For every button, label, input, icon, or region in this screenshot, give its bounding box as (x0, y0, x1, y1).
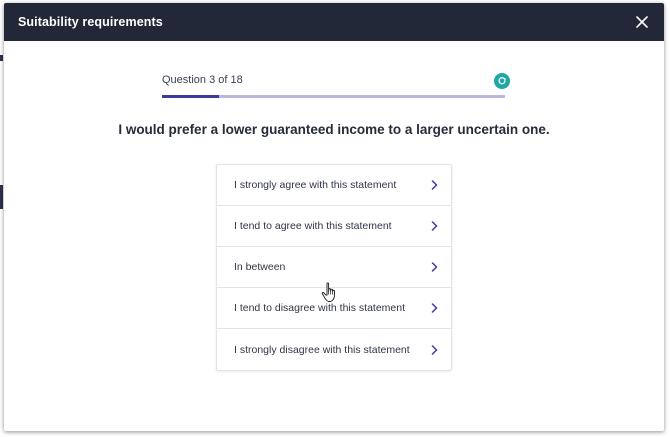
answer-option-label: I strongly agree with this statement (234, 179, 397, 191)
answer-options: I strongly agree with this statement I te… (216, 164, 452, 371)
chevron-right-icon (430, 262, 438, 272)
chevron-right-icon (430, 221, 438, 231)
modal-header: Suitability requirements (4, 3, 664, 41)
chevron-right-icon (430, 180, 438, 190)
progress-section: Question 3 of 18 (162, 73, 510, 98)
modal-title: Suitability requirements (18, 15, 163, 29)
suitability-modal: Suitability requirements Question 3 of 1… (4, 3, 664, 431)
answer-option-label: I tend to disagree with this statement (234, 302, 406, 314)
backdrop-edge (0, 55, 3, 61)
progress-fill (162, 95, 220, 98)
answer-option-label: I strongly disagree with this statement (234, 343, 410, 356)
refresh-icon[interactable] (494, 73, 510, 89)
question-text: I would prefer a lower guaranteed income… (118, 122, 550, 137)
hand-cursor-icon (321, 282, 335, 302)
chevron-right-icon (430, 344, 438, 355)
answer-option[interactable]: I strongly disagree with this statement (217, 329, 451, 370)
answer-option-label: I tend to agree with this statement (234, 220, 392, 232)
answer-option[interactable]: I tend to agree with this statement (217, 206, 451, 247)
close-icon (636, 16, 648, 28)
answer-option[interactable]: I strongly agree with this statement (217, 165, 451, 206)
close-button[interactable] (634, 14, 650, 30)
backdrop-edge (0, 185, 3, 209)
answer-option-label: In between (234, 261, 286, 273)
chevron-right-icon (430, 303, 438, 313)
progress-bar (162, 95, 505, 98)
progress-label: Question 3 of 18 (162, 74, 243, 86)
